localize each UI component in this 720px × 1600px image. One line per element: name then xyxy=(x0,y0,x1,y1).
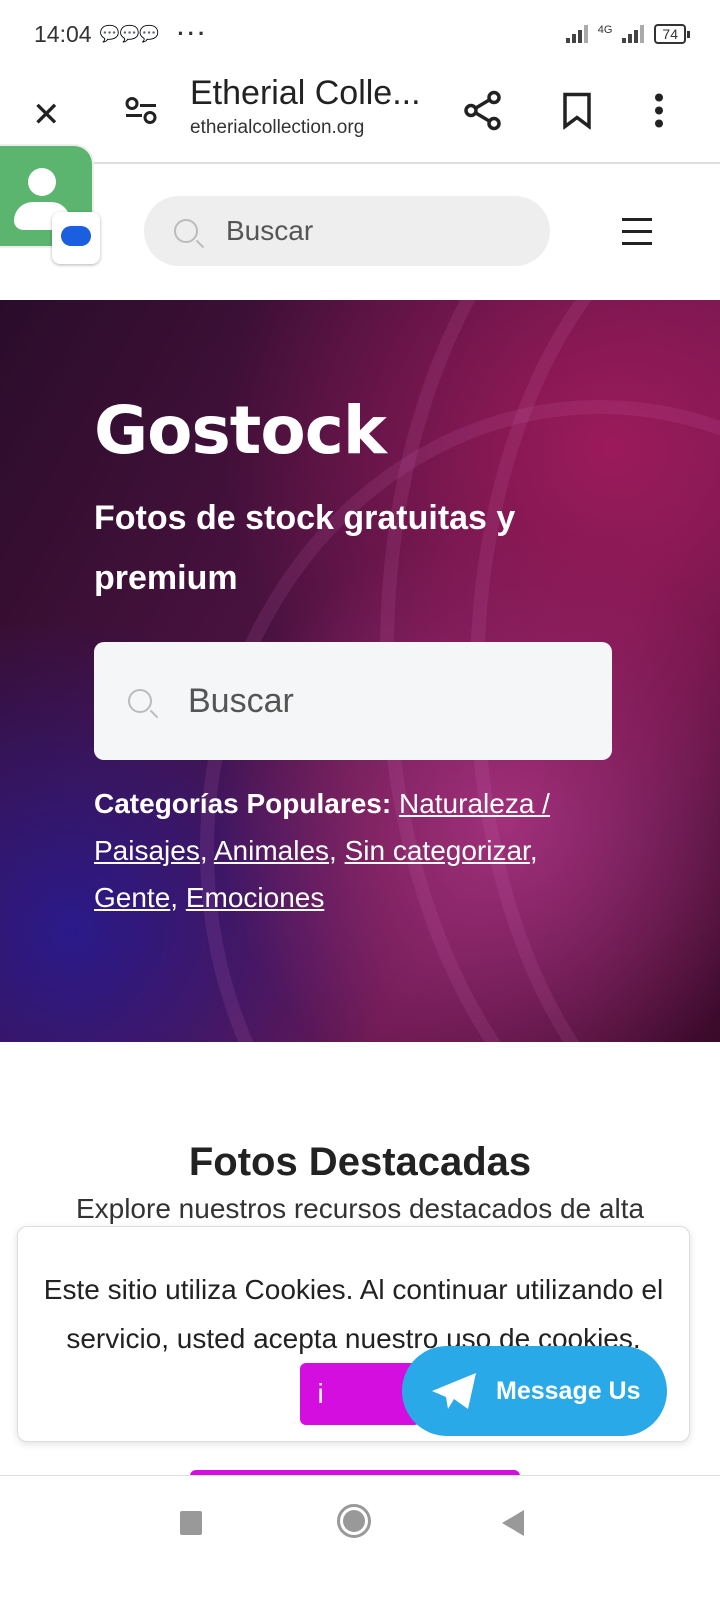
search-icon xyxy=(128,689,152,713)
category-link[interactable]: Sin categorizar xyxy=(345,835,530,866)
categories-label: Categorías Populares: xyxy=(94,788,392,819)
messages-app-icon[interactable] xyxy=(52,212,100,264)
system-nav-bar xyxy=(0,1475,720,1600)
hamburger-menu-icon[interactable] xyxy=(622,218,652,254)
hero-search-input[interactable]: Buscar xyxy=(94,642,612,760)
popular-categories: Categorías Populares: Naturaleza / Paisa… xyxy=(94,788,550,913)
more-notifications-icon: ··· xyxy=(177,21,209,46)
search-placeholder: Buscar xyxy=(226,215,314,246)
hero-subtitle: Fotos de stock gratuitas y premium xyxy=(94,499,516,597)
search-icon xyxy=(174,219,198,243)
back-icon[interactable] xyxy=(502,1510,524,1536)
network-type: 4G xyxy=(597,24,613,36)
clock: 14:04 xyxy=(34,20,92,47)
battery-icon: 74 xyxy=(654,24,690,44)
hero-title: Gostock xyxy=(94,392,387,469)
page-url: etherialcollection.org xyxy=(190,117,365,138)
home-icon[interactable] xyxy=(337,1504,371,1538)
featured-description: Explore nuestros recursos destacados de … xyxy=(75,1193,645,1224)
site-settings-icon[interactable] xyxy=(124,96,158,135)
page-title-block[interactable]: Etherial Colle... etherialcollection.org xyxy=(190,74,421,139)
category-link[interactable]: Animales xyxy=(214,835,329,866)
telegram-icon xyxy=(432,1373,476,1409)
category-link[interactable]: Emociones xyxy=(186,882,325,913)
featured-title: Fotos Destacadas xyxy=(188,1140,532,1184)
cookie-text: Este sitio utiliza Cookies. Al continuar… xyxy=(43,1274,664,1354)
more-options-icon[interactable] xyxy=(652,92,666,139)
messenger-notification-icon: 💬💬💬 xyxy=(99,26,160,43)
status-bar: 14:04 💬💬💬 ··· 4G 74 xyxy=(0,0,720,68)
header-search-input[interactable]: Buscar xyxy=(144,196,550,266)
browser-toolbar: ✕ Etherial Colle... etherialcollection.o… xyxy=(0,68,720,164)
recents-icon[interactable] xyxy=(180,1511,202,1535)
bookmark-icon[interactable] xyxy=(562,92,592,139)
search-placeholder: Buscar xyxy=(188,681,294,720)
hero-section: Gostock Fotos de stock gratuitas y premi… xyxy=(0,300,720,1042)
message-us-button[interactable]: Message Us xyxy=(402,1346,667,1436)
message-us-label: Message Us xyxy=(496,1376,641,1405)
signal-icon xyxy=(565,25,588,43)
page-title: Etherial Colle... xyxy=(190,74,421,112)
share-icon[interactable] xyxy=(464,90,502,140)
signal-icon-2 xyxy=(622,25,645,43)
category-link[interactable]: Gente xyxy=(94,882,170,913)
featured-section: Fotos Destacadas Explore nuestros recurs… xyxy=(0,1140,720,1225)
site-header: Buscar xyxy=(0,146,720,300)
close-icon[interactable]: ✕ xyxy=(32,95,61,135)
